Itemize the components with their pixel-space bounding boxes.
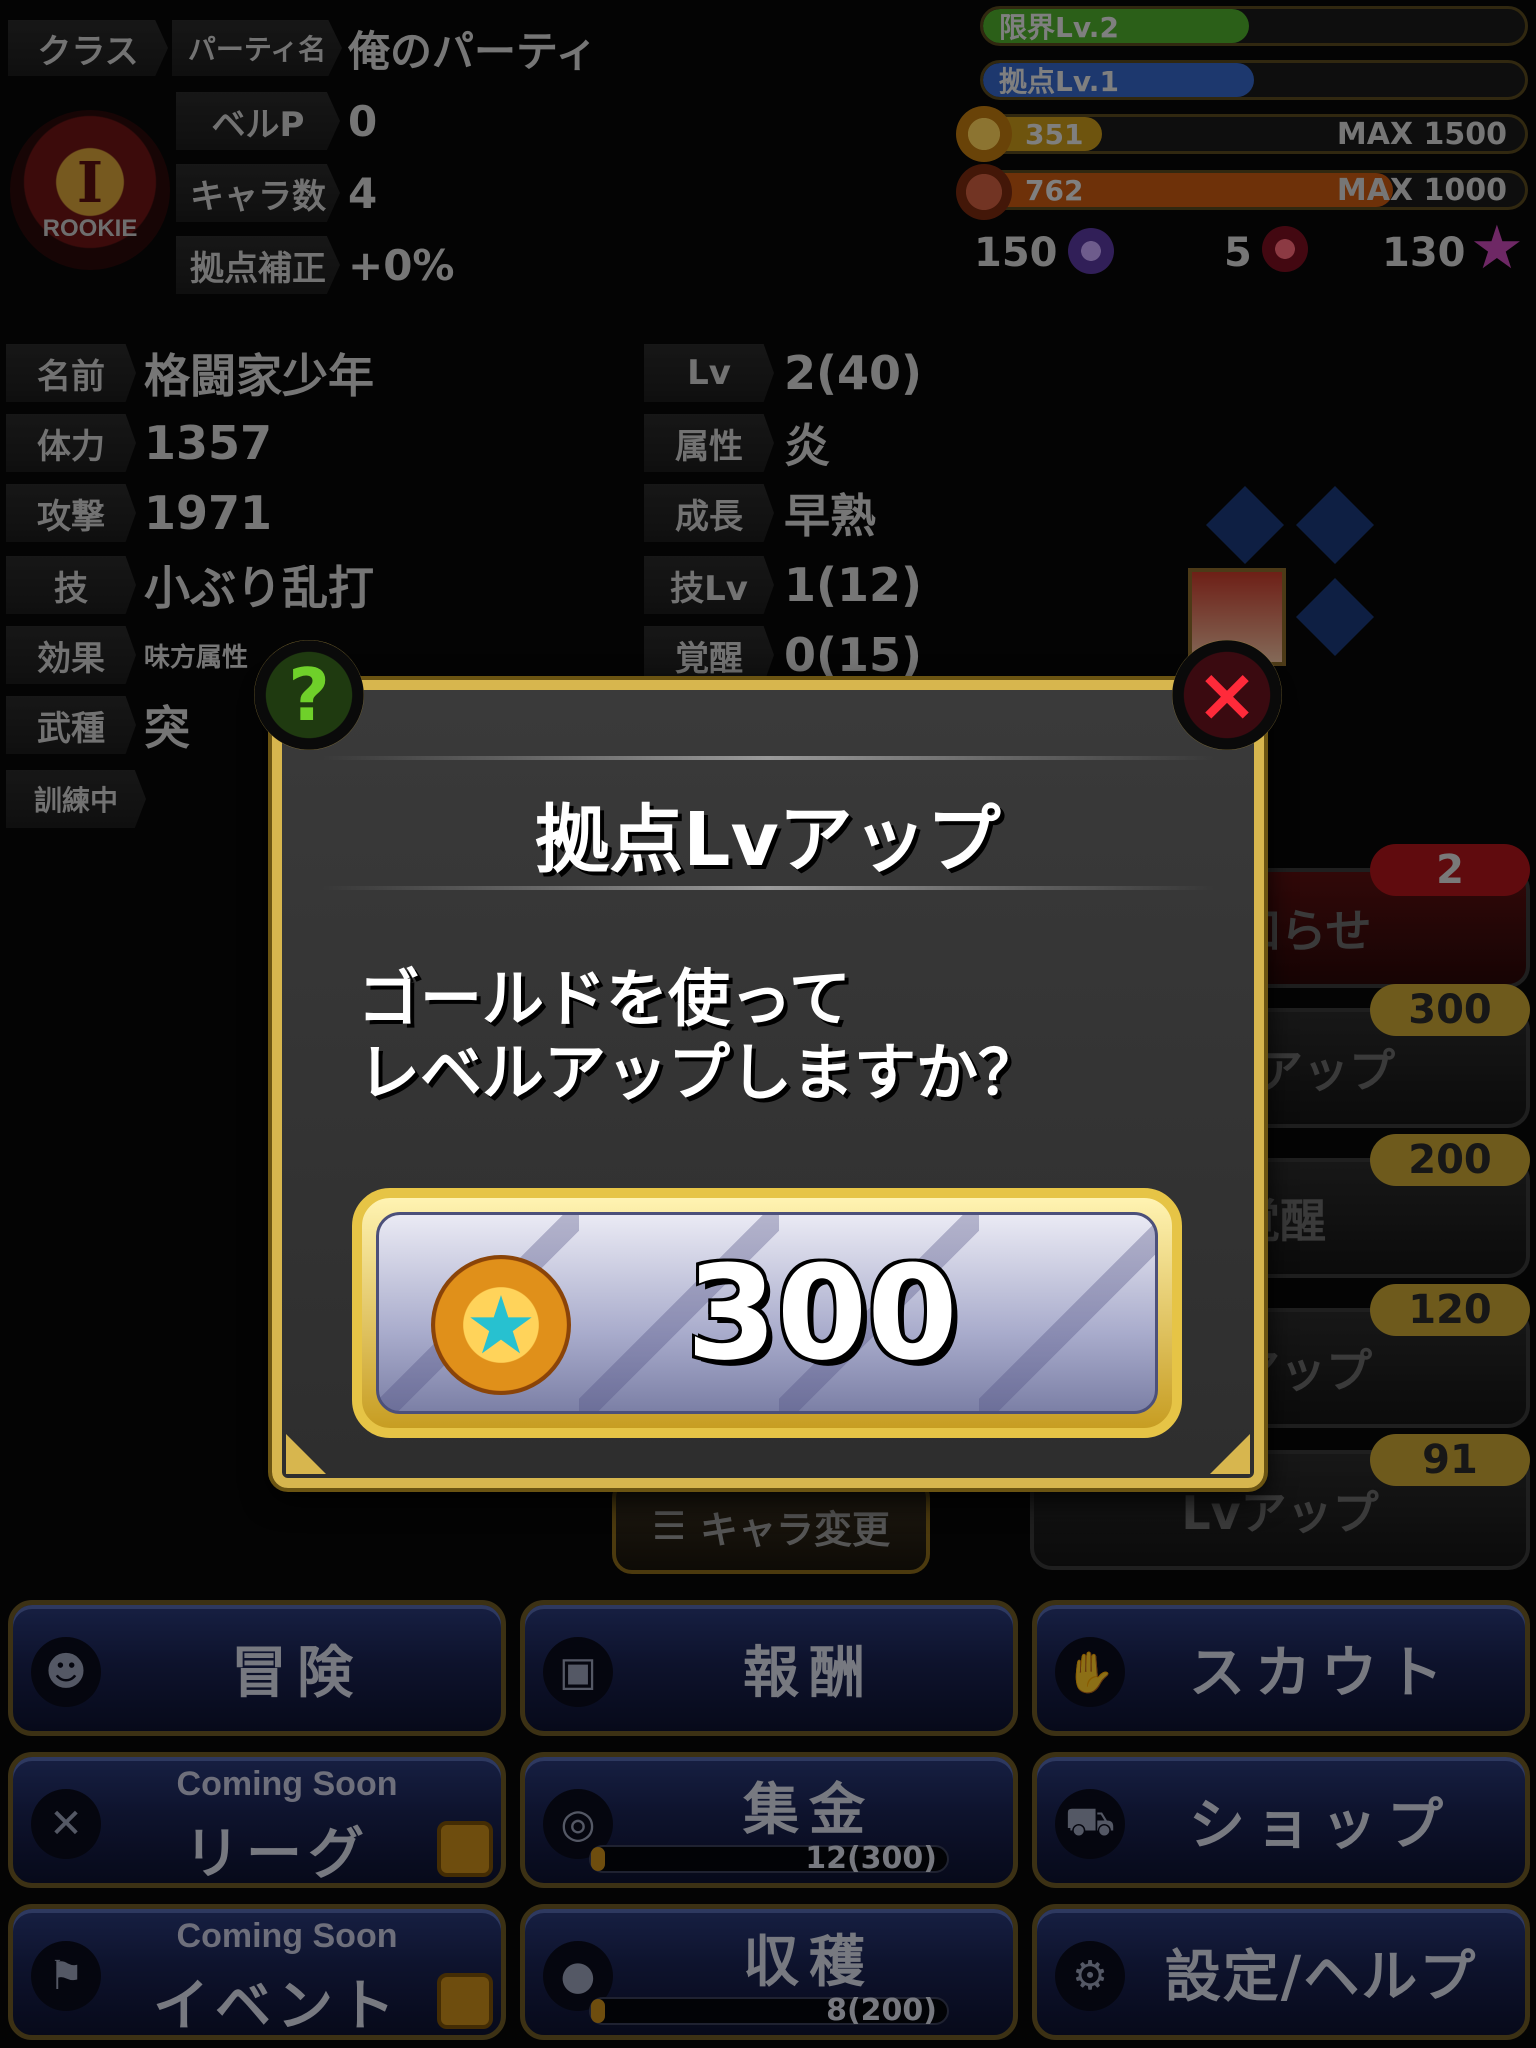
- title-top-rule: [322, 756, 1214, 760]
- help-icon[interactable]: ?: [254, 640, 364, 750]
- corner-ornament: [1210, 1434, 1250, 1474]
- base-level-up-dialog: 拠点Lvアップ ゴールドを使って レベルアップしますか？ ★ 300 ? ×: [254, 640, 1282, 1488]
- corner-ornament: [286, 1434, 326, 1474]
- confirm-button-face: ★ 300: [376, 1212, 1158, 1414]
- close-icon[interactable]: ×: [1172, 640, 1282, 750]
- confirm-gold-button[interactable]: ★ 300: [352, 1188, 1182, 1438]
- gold-coin-icon: ★: [431, 1255, 571, 1395]
- dialog-title: 拠点Lvアップ: [535, 797, 1001, 883]
- gold-cost: 300: [686, 1237, 958, 1389]
- dialog-message: ゴールドを使って レベルアップしますか？: [358, 962, 1041, 1109]
- title-bottom-rule: [322, 886, 1214, 890]
